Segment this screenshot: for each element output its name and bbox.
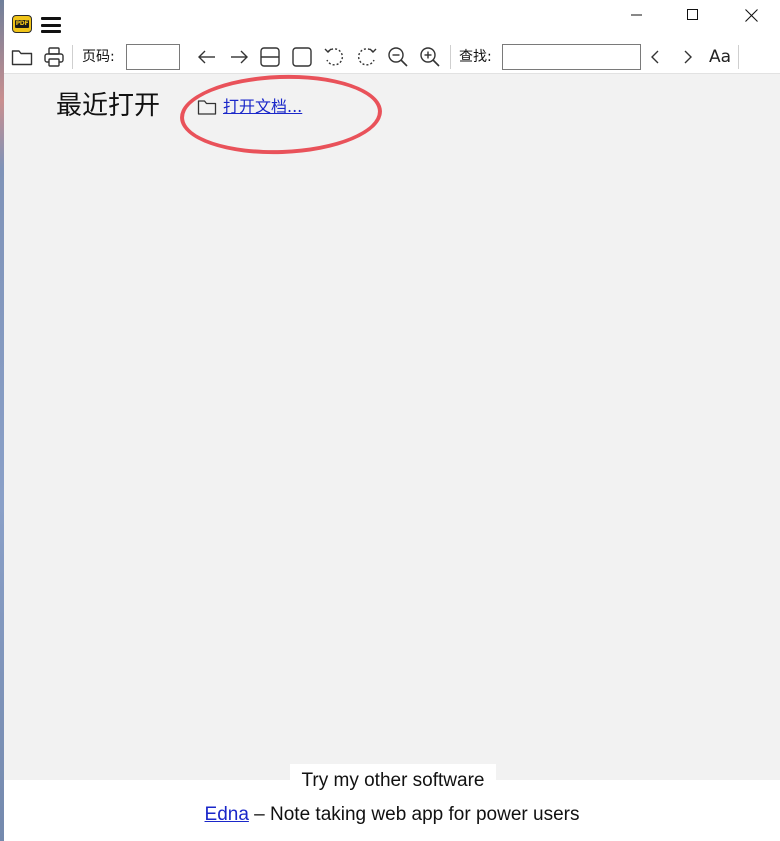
zoom-in-button[interactable] bbox=[418, 45, 442, 69]
folder-icon bbox=[11, 50, 33, 66]
arrow-right-icon bbox=[231, 50, 248, 64]
app-logo-text: PDF bbox=[14, 20, 30, 28]
other-software-tab: Try my other software bbox=[290, 764, 496, 798]
toolbar-separator bbox=[72, 45, 73, 69]
close-button[interactable] bbox=[724, 0, 778, 30]
zoom-in-icon bbox=[420, 47, 440, 67]
promo-description: – Note taking web app for power users bbox=[248, 804, 580, 825]
next-page-button[interactable] bbox=[227, 45, 251, 69]
app-logo-icon: PDF bbox=[12, 15, 32, 33]
toolbar-separator bbox=[738, 45, 739, 69]
find-label: 查找: bbox=[459, 49, 492, 65]
zoom-out-icon bbox=[388, 47, 408, 67]
open-document-label[interactable]: 打开文档... bbox=[223, 97, 302, 117]
title-bar: PDF bbox=[4, 0, 780, 40]
toolbar: 页码: 查找: Aa bbox=[4, 40, 780, 74]
chevron-right-icon bbox=[684, 50, 692, 64]
open-folder-button[interactable] bbox=[10, 45, 34, 69]
promo-line: Edna – Note taking web app for power use… bbox=[4, 804, 780, 826]
find-input[interactable] bbox=[502, 44, 641, 70]
page-number-input[interactable] bbox=[126, 44, 180, 70]
close-icon bbox=[744, 8, 758, 22]
find-previous-button[interactable] bbox=[644, 45, 668, 69]
fit-page-button[interactable] bbox=[290, 45, 314, 69]
maximize-button[interactable] bbox=[666, 0, 720, 30]
recent-files-title: 最近打开 bbox=[56, 91, 161, 121]
arrow-left-icon bbox=[198, 50, 215, 64]
hamburger-menu-icon[interactable] bbox=[41, 17, 61, 33]
page-number-label: 页码: bbox=[82, 49, 115, 65]
main-content: 最近打开 打开文档... bbox=[4, 71, 780, 780]
rotate-left-button[interactable] bbox=[322, 45, 346, 69]
fit-width-button[interactable] bbox=[258, 45, 282, 69]
toolbar-separator bbox=[450, 45, 451, 69]
print-button[interactable] bbox=[42, 45, 66, 69]
rotate-left-icon bbox=[324, 48, 343, 66]
footer: Try my other software Edna – Note taking… bbox=[4, 764, 780, 841]
previous-page-button[interactable] bbox=[195, 45, 219, 69]
edna-link[interactable]: Edna bbox=[205, 804, 249, 825]
fit-page-icon bbox=[292, 47, 312, 67]
open-document-link[interactable]: 打开文档... bbox=[197, 96, 302, 118]
minimize-icon bbox=[631, 14, 642, 16]
folder-icon bbox=[197, 100, 217, 115]
printer-icon bbox=[44, 47, 64, 67]
chevron-left-icon bbox=[651, 50, 659, 64]
fit-width-icon bbox=[260, 47, 280, 67]
rotate-right-button[interactable] bbox=[355, 45, 379, 69]
find-next-button[interactable] bbox=[675, 45, 699, 69]
app-window: PDF 页码: 查找: Aa 最近打开 打开文档... Try my other… bbox=[0, 0, 780, 841]
minimize-button[interactable] bbox=[610, 0, 664, 30]
maximize-icon bbox=[687, 9, 698, 20]
zoom-out-button[interactable] bbox=[386, 45, 410, 69]
match-case-button[interactable]: Aa bbox=[709, 47, 731, 67]
rotate-right-icon bbox=[358, 48, 377, 66]
